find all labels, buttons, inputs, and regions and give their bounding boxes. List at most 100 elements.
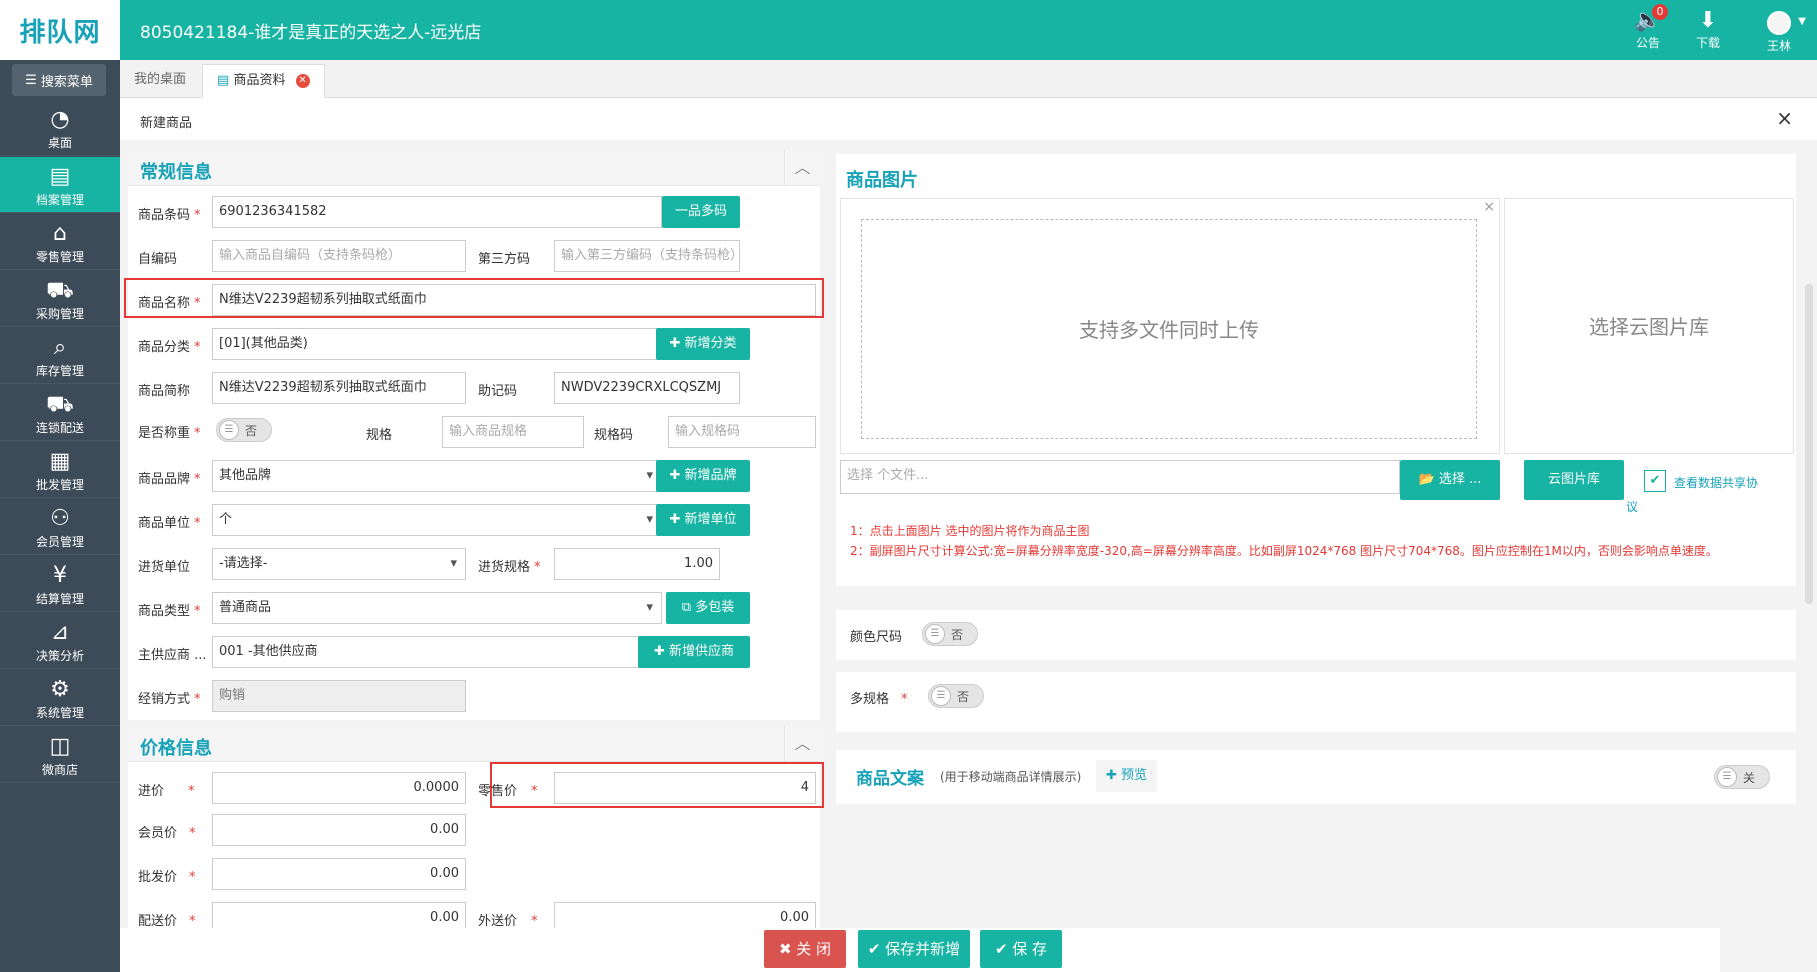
product-name-input[interactable]: N维达V2239超韧系列抽取式纸面巾 [212,284,816,316]
close-icon[interactable]: × [1483,199,1495,215]
top-header: 排队网 8050421184-谁才是真正的天选之人-远光店 🔈 0 公告 ⬇ 下… [0,0,1817,60]
shop-title: 8050421184-谁才是真正的天选之人-远光店 [140,23,482,43]
type-select[interactable]: 普通商品 [212,592,662,624]
short-name-input[interactable]: N维达V2239超韧系列抽取式纸面巾 [212,372,466,404]
chevron-down-icon: ▼ [1798,16,1806,27]
sidebar-item-label: 批发管理 [35,478,84,492]
multi-spec-toggle[interactable]: ☰ 否 [928,684,984,708]
choose-file-button[interactable]: 📂 选择 ... [1400,460,1500,500]
supplier-select[interactable]: 001 -其他供应商 [212,636,662,668]
sidebar-item-chain-delivery[interactable]: ⛟ 连锁配送 [0,385,120,441]
download-label: 下载 [1695,36,1720,50]
sidebar-item-wholesale[interactable]: ▦ 批发管理 [0,442,120,498]
sidebar-item-archive[interactable]: ▤ 档案管理 [0,157,120,213]
save-button[interactable]: ✔ 保 存 [980,930,1062,968]
chevron-up-icon[interactable]: ︿ [784,150,820,186]
weigh-label: 是否称重 * [138,426,201,441]
tab-desk[interactable]: 我的桌面 [120,64,200,98]
name-label: 商品名称 * [138,296,201,311]
barcode-input[interactable]: 6901236341582 [212,196,662,228]
user-menu[interactable]: 王林 ▼ [1756,8,1806,54]
sidebar-item-member[interactable]: ⚇ 会员管理 [0,499,120,555]
spec-code-label: 规格码 [594,428,634,443]
sidebar-item-system[interactable]: ⚙ 系统管理 [0,670,120,726]
category-input[interactable]: [01](其他品类) [212,328,662,360]
search-menu-button[interactable]: ☰ 搜索菜单 [12,64,106,96]
copy-subtitle: (用于移动端商品详情展示) [940,770,1082,784]
sidebar-item-analysis[interactable]: ⊿ 决策分析 [0,613,120,669]
close-tab-icon[interactable]: ✕ [295,73,310,88]
add-supplier-button[interactable]: ✚ 新增供应商 [638,636,750,668]
toggle-label: 关 [1743,771,1756,785]
tab-product[interactable]: ▤ 商品资料 ✕ [202,64,325,98]
sidebar-item-retail[interactable]: ⌂ 零售管理 [0,214,120,270]
mnemonic-label: 助记码 [478,384,518,399]
toggle-label: 否 [245,424,258,438]
cost-input[interactable]: 0.0000 [212,772,466,804]
sidebar-item-label: 结算管理 [35,592,84,606]
section-header: 常规信息 ︿ [128,150,820,186]
multi-spec-label: 多规格 * [850,692,908,707]
self-code-label: 自编码 [138,252,178,267]
announcement-button[interactable]: 🔈 0 公告 [1628,4,1668,51]
download-icon: ⬇ [1698,8,1718,33]
download-button[interactable]: ⬇ 下载 [1688,8,1728,51]
form-body: 常规信息 ︿ 商品条码 * 6901236341582 一品多码 自编码 输入商品… [120,140,1817,972]
color-size-toggle[interactable]: ☰ 否 [922,622,978,646]
multi-pack-button[interactable]: ⧉ 多包装 [666,592,750,624]
cloud-library-button[interactable]: 云图片库 [1524,460,1624,500]
member-price-label: 会员价 * [138,826,196,841]
purchase-unit-select[interactable]: -请选择- [212,548,466,580]
sidebar-item-purchase[interactable]: ⛟ 采购管理 [0,271,120,327]
yen-icon: ¥ [53,563,67,588]
upload-dropzone[interactable]: 支持多文件同时上传 [861,219,1477,439]
member-price-input[interactable]: 0.00 [212,814,466,846]
wholesale-price-input[interactable]: 0.00 [212,858,466,890]
add-category-button[interactable]: ✚ 新增分类 [656,328,750,360]
brand-select[interactable]: 其他品牌 [212,460,662,492]
sidebar-item-label: 零售管理 [35,250,84,264]
content-area: 新建商品 × 常规信息 ︿ 商品条码 * 6901236341582 一品多码 自… [120,98,1817,972]
share-agreement-link-tail[interactable]: 议 [1626,498,1638,515]
save-and-new-button[interactable]: ✔ 保存并新增 [858,930,970,968]
logo[interactable]: 排队网 [0,0,120,60]
file-icon: ▤ [49,164,71,189]
sidebar-item-desktop[interactable]: ◔ 桌面 [0,100,120,156]
tab-label: 商品资料 [233,73,286,88]
delivery-price-label: 配送价 * [138,914,196,929]
color-size-label: 颜色尺码 [850,630,903,645]
scrollbar[interactable] [1805,284,1813,604]
chevron-up-icon[interactable]: ︿ [784,726,820,762]
multi-code-button[interactable]: 一品多码 [662,196,740,228]
file-input[interactable]: 选择 个文件... [840,460,1400,494]
mnemonic-input[interactable]: NWDV2239CRXLCQSZMJ [554,372,740,404]
toggle-knob-icon: ☰ [1717,767,1737,787]
copy-toggle[interactable]: ☰ 关 [1714,765,1770,789]
self-code-input[interactable]: 输入商品自编码（支持条码枪） [212,240,466,272]
share-checkbox[interactable]: ✔ [1644,470,1666,492]
sidebar-item-label: 桌面 [47,136,72,150]
weigh-toggle[interactable]: ☰ 否 [216,418,272,442]
purchase-spec-input[interactable]: 1.00 [554,548,720,580]
cloud-library-panel[interactable]: 选择云图片库 [1504,198,1794,454]
close-icon[interactable]: × [1776,106,1793,130]
modal-title: 新建商品 [140,116,193,131]
share-agreement-link[interactable]: 查看数据共享协 [1674,474,1758,491]
section-title: 商品图片 [846,170,918,191]
spec-input[interactable]: 输入商品规格 [442,416,584,448]
sidebar-item-micro-store[interactable]: ◫ 微商店 [0,727,120,783]
sidebar-item-settlement[interactable]: ¥ 结算管理 [0,556,120,612]
spec-code-input[interactable]: 输入规格码 [668,416,816,448]
section-title: 商品文案 [856,769,924,789]
close-button[interactable]: ✖ 关 闭 [764,930,846,968]
preview-button[interactable]: ✚ 预览 [1096,760,1158,792]
add-unit-button[interactable]: ✚ 新增单位 [656,504,750,536]
dashboard-icon: ◔ [50,107,70,132]
retail-price-input[interactable]: 4 [554,772,816,804]
third-code-input[interactable]: 输入第三方编码（支持条码枪） [554,240,740,272]
store-icon: ⌂ [53,221,67,246]
external-price-label: 外送价 * [478,914,538,929]
add-brand-button[interactable]: ✚ 新增品牌 [656,460,750,492]
unit-select[interactable]: 个 [212,504,662,536]
sidebar-item-inventory[interactable]: ⌕ 库存管理 [0,328,120,384]
